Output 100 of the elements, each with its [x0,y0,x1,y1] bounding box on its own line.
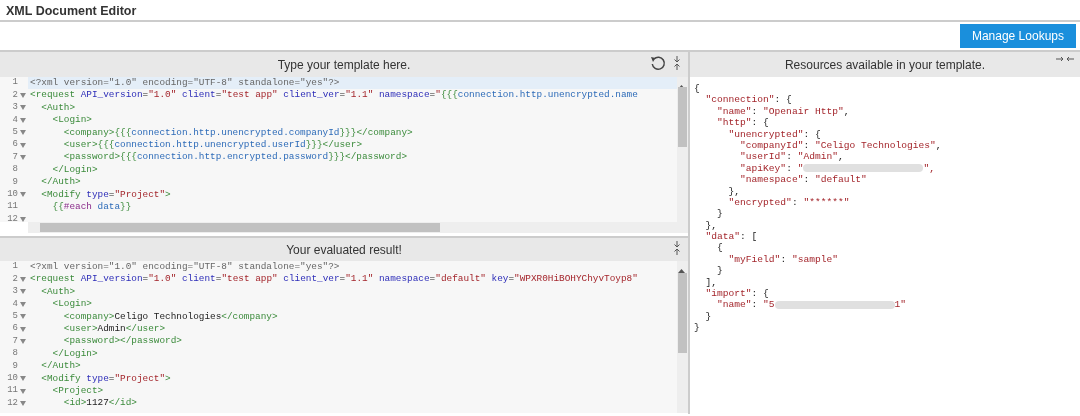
json-line: ], [704,276,719,289]
fold-caret-icon[interactable] [20,277,26,283]
fold-caret-icon[interactable] [20,117,26,123]
code-line: <Login> [51,114,93,127]
code-line: <password>{{{connection.http.encrypted.password}}}</password> [62,151,408,164]
json-line: "unencrypted": { [727,128,822,140]
line-number: 9 [12,359,18,373]
collapse-icon[interactable] [672,241,682,255]
json-line: }, [727,185,742,197]
fold-caret-icon[interactable] [20,314,26,320]
code-line: <password></password> [62,335,183,348]
json-line: "userId": "Admin", [739,151,845,163]
code-line: <Modify type="Project"> [40,188,172,201]
json-line: "connection": { [704,94,793,106]
line-number: 8 [12,347,18,361]
scroll-up-arrow-icon[interactable] [677,83,686,90]
undo-icon[interactable] [650,55,666,71]
code-line: <id>1127</id> [62,397,138,410]
code-editor[interactable] [0,261,688,413]
json-line: }, [704,219,719,232]
vertical-scrollbar[interactable] [677,77,688,222]
json-line: } [694,322,701,334]
line-number: 12 [7,212,18,222]
line-number: 2 [12,272,18,286]
json-line: "companyId": "Celigo Technologies", [739,139,943,152]
line-number: 6 [12,138,18,152]
line-number: 1 [12,261,18,274]
code-line: </Auth> [40,360,82,373]
fold-caret-icon[interactable] [20,192,26,198]
line-number: 9 [12,175,18,189]
line-number: 7 [12,334,18,348]
json-line: } [716,208,724,220]
vertical-scrollbar[interactable] [677,261,688,413]
code-line: <Auth> [40,285,77,299]
json-line: "import": { [704,288,770,300]
json-line: } [704,310,713,323]
line-number: 11 [7,200,18,214]
json-line: "name": "5 1" [716,299,908,311]
fold-caret-icon[interactable] [20,105,26,111]
code-editor[interactable] [0,77,688,222]
line-number: 6 [12,322,18,336]
code-line: <request API_version="1.0" client="test app" client_ver="1.1" namespace="default" key="WPXR0HiBOHYChyvToyp8" [29,273,639,286]
fold-caret-icon[interactable] [20,217,26,222]
code-line: </Login> [51,347,99,361]
code-line: <company>Celigo Technologies</company> [62,310,279,323]
code-line: <user>Admin</user> [62,322,167,336]
line-number: 12 [7,396,18,410]
line-number: 10 [7,187,18,201]
panel-title: Resources available in your template. [784,56,986,74]
scroll-up-arrow-icon[interactable] [677,267,686,274]
line-number: 1 [12,77,18,90]
code-line: </Login> [51,163,99,177]
fold-caret-icon[interactable] [20,289,26,295]
line-number: 10 [7,371,18,385]
panel-title: Your evaluated result! [286,241,402,259]
json-line: "encrypted": "******" [727,196,851,209]
line-number: 5 [12,310,18,323]
fold-caret-icon[interactable] [20,388,26,394]
collapse-arrows-icon[interactable] [1056,55,1074,63]
json-line: "apiKey": " ", [739,162,936,175]
code-line: <Modify type="Project"> [40,372,172,385]
json-line: "name": "Openair Http", [716,105,851,118]
json-line: "data": [ [704,231,759,243]
fold-caret-icon[interactable] [20,155,26,161]
json-line: "http": { [716,117,770,129]
code-line: <Login> [51,298,93,311]
json-line: { [716,242,724,254]
json-line: "myField": "sample" [727,253,839,266]
line-number: 4 [12,297,18,311]
json-line: { [694,83,701,95]
json-line: "namespace": "default" [739,174,868,186]
code-line: <request API_version="1.0" client="test app" client_ver="1.1" namespace="{{{connection.http.unencrypted.name [29,89,639,102]
fold-caret-icon[interactable] [20,93,26,99]
line-number: 2 [12,88,18,102]
fold-caret-icon[interactable] [20,401,26,406]
fold-caret-icon[interactable] [20,301,26,307]
collapse-icon[interactable] [672,56,682,70]
json-line: } [716,265,724,277]
code-line: <Auth> [40,101,77,115]
code-line: {{#each data}} [51,200,133,214]
line-number: 7 [12,150,18,164]
code-line: <Project> [51,384,105,398]
horizontal-scrollbar[interactable] [28,222,688,233]
line-number: 11 [7,384,18,398]
fold-caret-icon[interactable] [20,326,26,332]
code-line: </Auth> [40,176,82,189]
line-number: 3 [12,285,18,299]
line-number: 8 [12,163,18,177]
code-line: <user>{{{connection.http.unencrypted.userId}}}</user> [62,138,363,152]
fold-caret-icon[interactable] [20,376,26,382]
line-number: 4 [12,113,18,127]
line-number: 3 [12,101,18,115]
line-number: 5 [12,126,18,139]
fold-caret-icon[interactable] [20,142,26,148]
window-title: XML Document Editor [0,0,1080,22]
fold-caret-icon[interactable] [20,130,26,136]
code-line: <?xml version="1.0" encoding="UTF-8" standalone="yes"?> [29,261,341,274]
fold-caret-icon[interactable] [20,339,26,345]
panel-title: Type your template here. [277,56,411,74]
manage-lookups-button[interactable]: Manage Lookups [959,24,1076,48]
